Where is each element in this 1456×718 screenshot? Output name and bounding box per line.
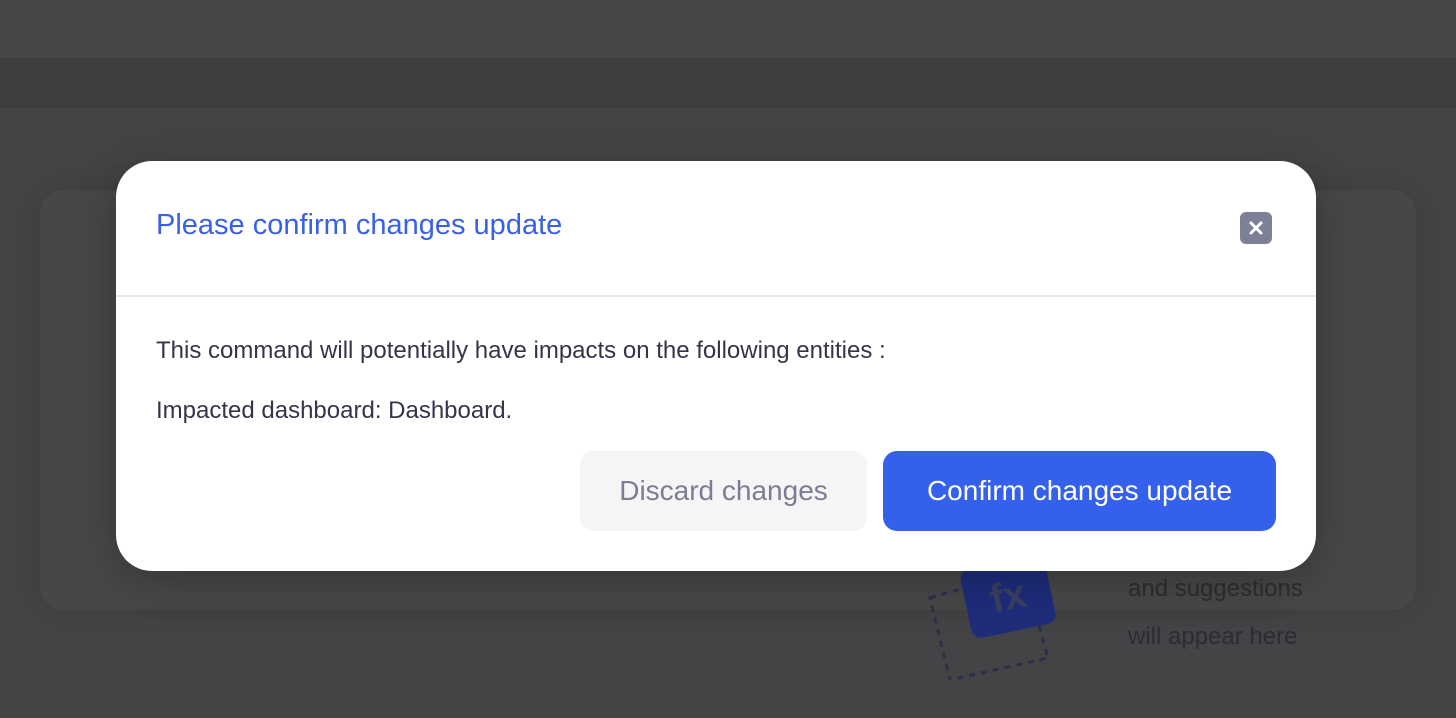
confirm-changes-button[interactable]: Confirm changes update bbox=[883, 451, 1276, 531]
dialog-title: Please confirm changes update bbox=[156, 209, 563, 241]
app-topbar bbox=[0, 0, 1456, 58]
discard-changes-button[interactable]: Discard changes bbox=[580, 451, 867, 531]
impacted-entities: Impacted dashboard: Dashboard. bbox=[156, 397, 513, 424]
close-button[interactable] bbox=[1240, 212, 1272, 244]
hint-line: and suggestions bbox=[1128, 575, 1303, 602]
dialog-header: Please confirm changes update bbox=[116, 161, 1316, 297]
hint-line: will appear here bbox=[1128, 623, 1298, 650]
empty-state-hint: and suggestions will appear here bbox=[1128, 565, 1348, 661]
dialog-message: This command will potentially have impac… bbox=[156, 337, 886, 364]
function-icon: fx bbox=[928, 555, 1068, 682]
close-icon bbox=[1249, 221, 1263, 235]
app-toolbar bbox=[0, 58, 1456, 108]
confirm-dialog: Please confirm changes update This comma… bbox=[116, 161, 1316, 571]
